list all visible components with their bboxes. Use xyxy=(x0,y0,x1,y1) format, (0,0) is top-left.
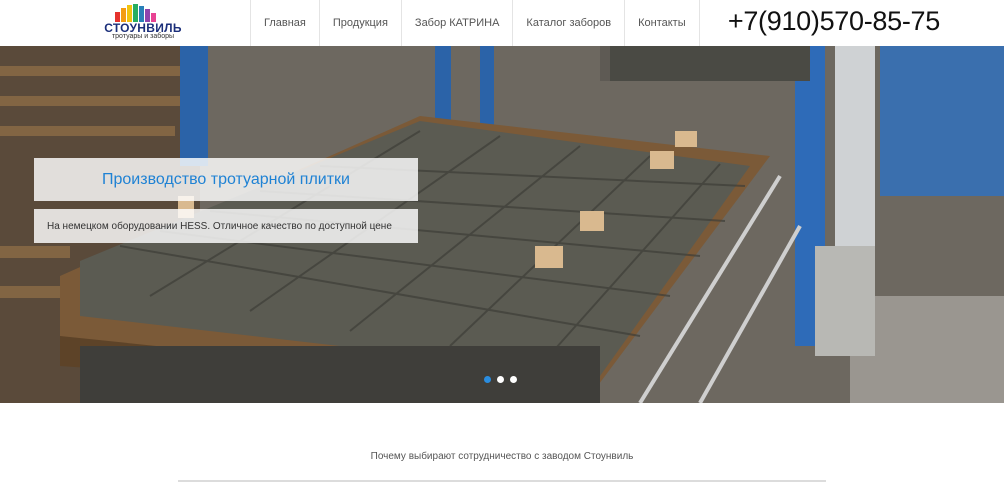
site-header: СТОУНВИЛЬ тротуары и заборы Главная Прод… xyxy=(0,0,1004,46)
nav-item-products[interactable]: Продукция xyxy=(320,0,402,46)
logo-subtitle: тротуары и заборы xyxy=(111,33,175,40)
phone-number[interactable]: +7(910)570-85-75 xyxy=(728,6,940,37)
slider-dot-2[interactable] xyxy=(497,376,504,383)
main-nav: Главная Продукция Забор КАТРИНА Каталог … xyxy=(250,0,700,46)
slider-dot-1[interactable] xyxy=(484,376,491,383)
slider-dots xyxy=(484,376,517,383)
slide-caption-text: На немецком оборудовании HESS. Отличное … xyxy=(34,209,418,243)
section-heading: Почему выбирают сотрудничество с заводом… xyxy=(370,451,634,462)
slide-caption-title: Производство тротуарной плитки xyxy=(34,158,418,201)
slider-dot-3[interactable] xyxy=(510,376,517,383)
nav-item-fence-catalog[interactable]: Каталог заборов xyxy=(513,0,626,46)
hero-slider[interactable]: Производство тротуарной плитки На немецк… xyxy=(0,46,1004,403)
nav-item-fence-katrina[interactable]: Забор КАТРИНА xyxy=(402,0,514,46)
logo-bars-icon xyxy=(115,4,161,22)
section-divider xyxy=(178,480,826,482)
site-logo[interactable]: СТОУНВИЛЬ тротуары и заборы xyxy=(103,4,183,42)
nav-item-contacts[interactable]: Контакты xyxy=(625,0,700,46)
nav-item-home[interactable]: Главная xyxy=(251,0,320,46)
